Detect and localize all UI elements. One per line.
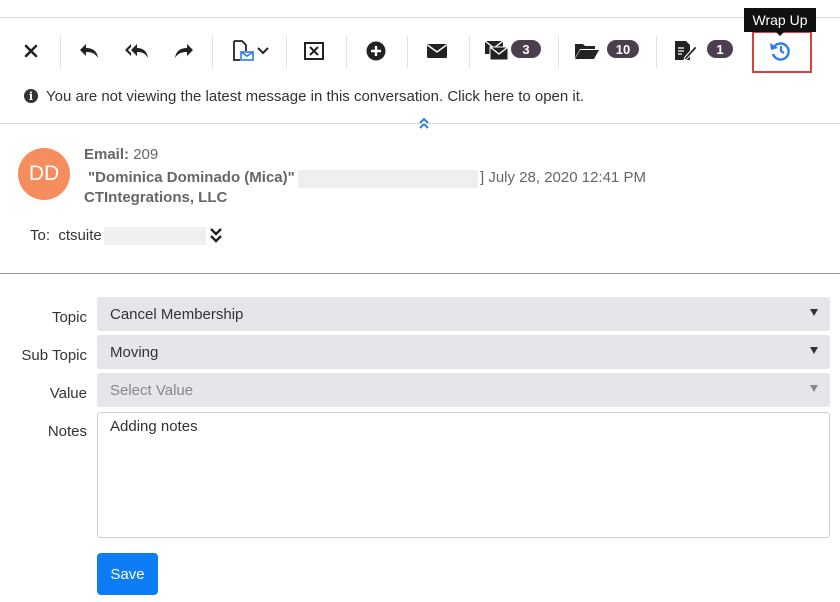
close-box-icon [304, 42, 324, 60]
toolbar-separator [346, 36, 347, 68]
expand-recipients-button[interactable] [209, 227, 223, 248]
value-label: Value [49, 385, 87, 402]
drafts-button[interactable] [671, 34, 699, 68]
double-chevron-down-icon [210, 228, 222, 243]
toolbar-separator [286, 36, 287, 68]
plus-circle-icon [366, 41, 386, 61]
add-button[interactable] [362, 34, 390, 68]
discard-button[interactable] [300, 34, 328, 68]
close-icon [24, 44, 38, 58]
to-value: ctsuite [58, 227, 102, 244]
conversation-count-badge: 3 [511, 40, 541, 58]
reply-all-button[interactable] [122, 34, 152, 68]
caret-down-icon [810, 309, 818, 316]
redacted-email-address [298, 170, 478, 188]
topic-value: Cancel Membership [110, 305, 244, 323]
subtopic-select[interactable]: Moving [97, 335, 830, 369]
topic-label: Topic [51, 309, 87, 326]
tooltip-arrow [776, 32, 784, 36]
toolbar-separator [60, 36, 61, 68]
toolbar-separator [407, 36, 408, 68]
save-button[interactable]: Save [97, 553, 158, 595]
template-dropdown-button[interactable] [226, 34, 272, 68]
folder-count-badge: 10 [607, 40, 639, 58]
date-bracket: ] [480, 169, 485, 186]
subtopic-label: Sub Topic [21, 347, 87, 364]
to-label: To: [30, 227, 51, 244]
sender-name: "Dominica Dominado (Mica)" [ [88, 169, 304, 186]
caret-down-icon [810, 347, 818, 354]
toolbar-separator [469, 36, 470, 68]
toolbar-separator [212, 36, 213, 68]
conversation-button[interactable] [482, 34, 512, 68]
email-id: 209 [133, 146, 159, 163]
toolbar-separator [558, 36, 559, 68]
reply-all-icon [125, 44, 148, 58]
toolbar-separator [656, 36, 657, 68]
folder-open-icon [575, 44, 599, 59]
email-date-row: ] July 28, 2020 12:41 PM [480, 169, 646, 186]
notes-textarea[interactable]: Adding notes [97, 412, 830, 538]
value-select[interactable]: Select Value [97, 373, 830, 407]
close-button[interactable] [18, 34, 44, 68]
redacted-recipient [104, 227, 206, 245]
reply-icon [80, 44, 98, 58]
notes-label: Notes [47, 423, 87, 440]
reply-button[interactable] [74, 34, 104, 68]
envelopes-icon [484, 40, 509, 61]
email-id-row: Email: 209 [84, 146, 158, 163]
to-row: To: ctsuite [30, 227, 102, 244]
collapse-button[interactable] [418, 116, 430, 135]
forward-icon [175, 44, 193, 58]
divider [0, 273, 840, 274]
drafts-count-badge: 1 [707, 40, 733, 58]
email-template-icon [233, 40, 254, 61]
divider [0, 123, 840, 124]
chevron-down-icon [257, 47, 269, 55]
email-label: Email: [84, 146, 130, 163]
wrap-up-tooltip: Wrap Up [744, 8, 816, 32]
new-email-button[interactable] [423, 34, 451, 68]
folder-button[interactable] [573, 34, 601, 68]
sender-company: CTIntegrations, LLC [84, 189, 228, 206]
avatar: DD [18, 148, 70, 200]
edit-document-icon [675, 41, 698, 61]
email-date: July 28, 2020 12:41 PM [488, 169, 646, 186]
value-placeholder: Select Value [110, 381, 194, 399]
forward-button[interactable] [170, 34, 198, 68]
info-icon: i [24, 89, 38, 103]
caret-down-icon [810, 385, 818, 392]
envelope-icon [427, 44, 447, 58]
subtopic-value: Moving [110, 343, 159, 361]
wrap-up-highlight [752, 31, 812, 73]
info-banner-text: You are not viewing the latest message i… [46, 87, 585, 105]
top-border [0, 17, 840, 18]
info-banner[interactable]: i You are not viewing the latest message… [24, 86, 584, 106]
topic-select[interactable]: Cancel Membership [97, 297, 830, 331]
